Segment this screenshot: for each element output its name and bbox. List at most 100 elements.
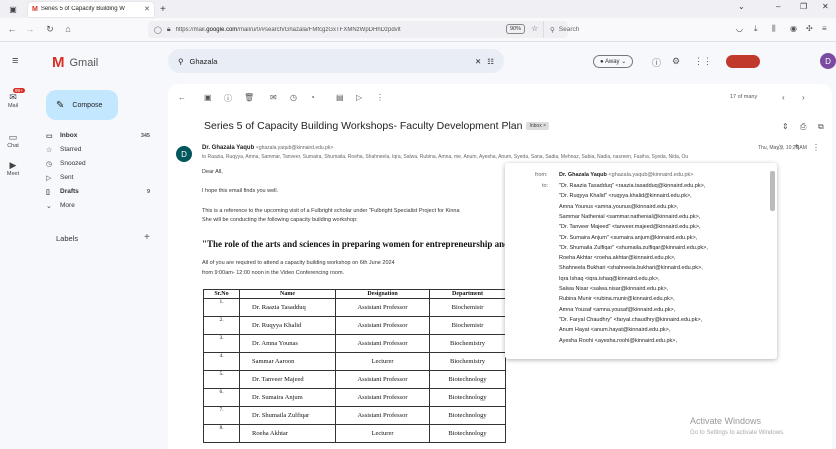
inbox-label-chip[interactable]: Inbox × xyxy=(526,122,550,131)
report-spam-icon[interactable]: ⓘ xyxy=(224,93,232,104)
recipients-summary[interactable]: to Raazia, Ruqyya, Amna, Sammar, Tanveer… xyxy=(202,154,802,160)
sender-line: Dr. Ghazala Yaqub <ghazala.yaqub@kinnair… xyxy=(202,145,334,151)
sidebar-item-inbox[interactable]: ▭ Inbox 345 xyxy=(46,130,150,141)
body-line-3: She will be conducting the following cap… xyxy=(202,217,358,223)
recipient-line: Ayesha Roohi <ayesha.roohi@kinnaird.edu.… xyxy=(559,337,678,344)
table-row: 7. Dr. Shumaila Zulfiqar Assistant Profess… xyxy=(203,406,506,425)
from-value: Dr. Ghazala Yaqub <ghazala.yaqub@kinnair… xyxy=(559,172,694,178)
recipient-line: "Dr. Sumaira Anjum" <sumaira.anjum@kinna… xyxy=(559,234,698,241)
main-menu-icon[interactable]: ≡ xyxy=(12,55,18,67)
recipient-line: Sammar Nathenial <sammar.nathenial@kinna… xyxy=(559,213,701,220)
print-icon[interactable]: ⎙ xyxy=(800,122,806,132)
organization-logo xyxy=(726,55,760,68)
recipient-line: "Dr. Tanveer Majeed" <tanveer.majeed@kin… xyxy=(559,224,701,231)
back-to-search-icon[interactable]: ← xyxy=(178,93,186,102)
body-line-4: All of you are required to attend a capa… xyxy=(202,260,395,266)
greeting: Dear All, xyxy=(202,169,223,175)
download-icon[interactable]: ⤓ xyxy=(754,24,758,34)
apps-grid-icon[interactable]: ⋮⋮ xyxy=(694,56,712,67)
table-cell-name: Roeha Akhtar xyxy=(239,424,336,443)
table-cell-designation: Assistant Professor xyxy=(335,388,430,407)
table-cell-designation: Assistant Professor xyxy=(335,298,430,317)
rail-mail[interactable]: 99+ ✉ Mail xyxy=(0,88,26,109)
recipient-line: Amna Younus <amna.younus@kinnaird.edu.pk… xyxy=(559,203,679,210)
new-window-icon[interactable]: ⧉ xyxy=(818,122,824,132)
table-row: 4. Sammar Aaroon Lecturer Biochemistry xyxy=(203,352,506,371)
newer-icon[interactable]: ‹ xyxy=(782,93,785,102)
table-cell-designation: Lecturer xyxy=(335,352,430,371)
from-label: from: xyxy=(535,172,548,178)
account-avatar[interactable]: D xyxy=(820,53,836,69)
extensions-icon[interactable]: ✣ xyxy=(806,24,813,33)
browser-search-box[interactable]: ⚲ Search xyxy=(543,21,653,38)
forward-icon[interactable]: → xyxy=(22,24,38,34)
bookmark-star-icon[interactable]: ☆ xyxy=(531,24,538,33)
back-icon[interactable]: ← xyxy=(4,24,20,34)
help-icon[interactable]: ⓘ xyxy=(652,56,661,69)
delete-icon[interactable]: 🗑︎ xyxy=(244,93,254,102)
table-cell-department: Biotechnology xyxy=(429,370,506,389)
home-icon[interactable]: ⌂ xyxy=(60,24,76,34)
sidebar-item-drafts[interactable]: ▯ Drafts 9 xyxy=(46,186,150,197)
account-icon[interactable]: ◉ xyxy=(790,24,797,33)
close-tab-icon[interactable]: ✕ xyxy=(144,5,150,13)
search-input[interactable]: Ghazala xyxy=(190,57,469,66)
maximize-icon[interactable]: ❐ xyxy=(800,2,807,11)
tab-list-icon[interactable]: ▣ xyxy=(0,0,26,18)
more-message-options-icon[interactable]: ⋮ xyxy=(812,143,820,152)
sidebar-item-snoozed[interactable]: ◷ Snoozed xyxy=(46,158,150,169)
settings-gear-icon[interactable]: ⚙ xyxy=(672,56,680,67)
lock-icon: 🔒︎ xyxy=(166,25,171,33)
sidebar-item-sent[interactable]: ▷ Sent xyxy=(46,172,150,183)
label-icon[interactable]: ▷ xyxy=(356,93,362,102)
new-tab-button[interactable]: + xyxy=(160,4,166,15)
table-cell-department: Biochemistr xyxy=(429,298,506,317)
reply-icon[interactable]: ↰ xyxy=(794,143,801,152)
mail-search-bar[interactable]: ⚲ Ghazala ✕ ☷ xyxy=(168,49,504,73)
close-window-icon[interactable]: ✕ xyxy=(822,2,829,11)
clear-search-icon[interactable]: ✕ xyxy=(475,57,481,66)
url-bar[interactable]: ◯ 🔒︎ https://mail.google.com/mail/u/0/#s… xyxy=(148,21,568,38)
sidebar-item-more[interactable]: ⌄ More xyxy=(46,200,150,211)
add-task-icon[interactable]: ◔ xyxy=(310,93,315,102)
rail-chat[interactable]: ▭ Chat xyxy=(0,132,26,149)
archive-icon[interactable]: ▣ xyxy=(204,93,212,102)
col-name: Name xyxy=(239,289,336,299)
move-to-icon[interactable]: ▤ xyxy=(336,93,344,102)
compose-button[interactable]: ✎ Compose xyxy=(46,90,118,120)
menu-icon[interactable]: ≡ xyxy=(822,24,827,33)
add-label-button[interactable]: + xyxy=(144,232,150,243)
search-icon: ⚲ xyxy=(550,26,555,34)
minimize-icon[interactable]: – xyxy=(776,2,780,11)
snooze-icon[interactable]: ◷ xyxy=(290,93,297,102)
older-icon[interactable]: › xyxy=(802,93,805,102)
search-icon[interactable]: ⚲ xyxy=(178,57,184,66)
table-cell-department: Biotechnology xyxy=(429,388,506,407)
popover-scrollbar[interactable] xyxy=(770,171,775,211)
expand-all-icon[interactable]: ⇕ xyxy=(782,122,789,131)
recipient-line: "Dr. Faryal Chaudhry" <faryal.chaudhry@k… xyxy=(559,316,703,323)
gmail-logo[interactable]: M Gmail xyxy=(52,54,98,71)
gmail-logo-text: Gmail xyxy=(69,56,99,69)
table-cell-designation: Assistant Professor xyxy=(335,334,430,353)
table-cell-sn: 6. xyxy=(203,388,240,407)
zoom-level[interactable]: 90% xyxy=(506,24,526,34)
recipient-line: Shahneela Bukhari <shahneela.bukhari@kin… xyxy=(559,265,703,272)
mail-icon: ✉ xyxy=(9,92,17,102)
table-row: 8. Roeha Akhtar Lecturer Biotechnology xyxy=(203,424,506,443)
search-options-icon[interactable]: ☷ xyxy=(487,57,494,66)
star-icon[interactable]: ☆ xyxy=(776,143,783,152)
status-dropdown[interactable]: ● Away ⌄ xyxy=(593,55,634,68)
rail-meet[interactable]: ▶ Meet xyxy=(0,160,26,177)
more-options-icon[interactable]: ⋮ xyxy=(376,93,384,102)
table-cell-name: Dr. Ruqyya Khalid xyxy=(239,316,336,335)
table-cell-name: Dr. Amna Younas xyxy=(239,334,336,353)
table-cell-sn: 2. xyxy=(203,316,240,335)
library-icon[interactable]: ⫼ xyxy=(772,24,776,34)
pocket-icon[interactable]: ◡ xyxy=(736,24,743,33)
sidebar-item-starred[interactable]: ☆ Starred xyxy=(46,144,150,155)
browser-tab-active[interactable]: M Series 5 of Capacity Building W ✕ xyxy=(28,1,154,17)
reload-icon[interactable]: ↻ xyxy=(42,24,58,35)
mark-unread-icon[interactable]: ✉ xyxy=(270,93,277,102)
tab-overflow-icon[interactable]: ⌄ xyxy=(738,2,745,11)
